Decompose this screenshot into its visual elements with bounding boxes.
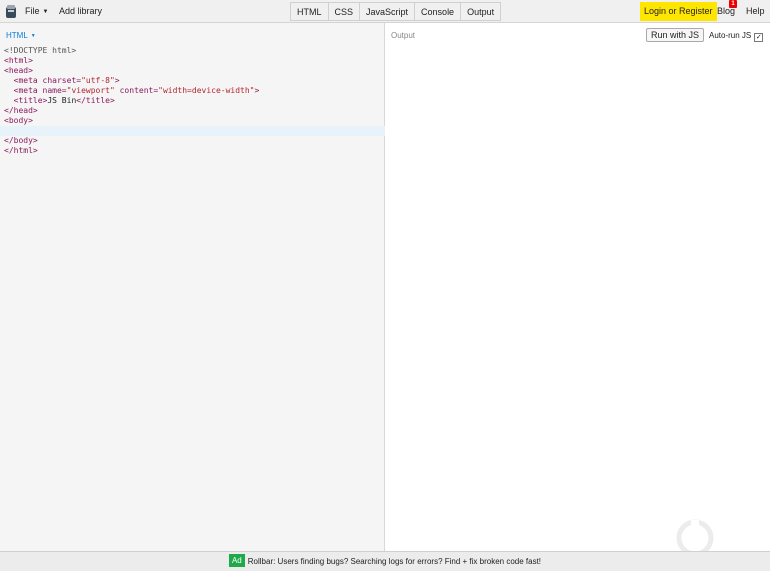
top-toolbar: File ▼ Add library HTML CSS JavaScript Co… <box>0 0 770 23</box>
code-line[interactable]: <head> <box>4 66 382 76</box>
code-line[interactable]: <title>JS Bin</title> <box>4 96 382 106</box>
code-line[interactable] <box>0 126 385 136</box>
editor-panel-label-text: HTML <box>6 31 28 40</box>
ad-badge: Ad <box>228 554 245 567</box>
tab-css[interactable]: CSS <box>327 2 361 21</box>
login-register-button[interactable]: Login or Register <box>640 2 717 21</box>
autorun-label: Auto-run JS <box>709 31 752 40</box>
file-menu[interactable]: File ▼ <box>25 6 48 16</box>
run-with-js-button[interactable]: Run with JS <box>646 28 705 42</box>
code-line[interactable]: </head> <box>4 106 382 116</box>
panel-tabs: HTML CSS JavaScript Console Output <box>290 2 502 21</box>
ad-link[interactable]: Rollbar: Users finding bugs? Searching l… <box>248 557 541 566</box>
help-link[interactable]: Help <box>746 6 765 16</box>
code-editor[interactable]: <!DOCTYPE html> <html> <head> <meta charse… <box>0 46 385 156</box>
ad-bar: Ad Rollbar: Users finding bugs? Searching… <box>0 551 770 571</box>
autorun-toggle[interactable]: Auto-run JS ✓ <box>709 31 764 42</box>
code-line[interactable]: <meta charset="utf-8"> <box>4 76 382 86</box>
editor-panel-label[interactable]: HTML ▼ <box>6 31 36 40</box>
tab-javascript[interactable]: JavaScript <box>359 2 416 21</box>
autorun-checkbox[interactable]: ✓ <box>754 33 764 42</box>
jsbin-logo-icon[interactable] <box>5 4 17 19</box>
output-panel-label: Output <box>391 31 416 40</box>
code-line[interactable]: <html> <box>4 56 382 66</box>
code-line[interactable]: <body> <box>4 116 382 126</box>
file-menu-label: File <box>25 6 40 16</box>
code-line[interactable]: <meta name="viewport" content="width=dev… <box>4 86 382 96</box>
tab-output[interactable]: Output <box>460 2 502 21</box>
tab-html[interactable]: HTML <box>290 2 329 21</box>
chevron-down-icon: ▼ <box>30 33 36 39</box>
code-line[interactable]: <!DOCTYPE html> <box>4 46 382 56</box>
tab-console[interactable]: Console <box>414 2 462 21</box>
add-library-menu[interactable]: Add library <box>59 6 102 16</box>
html-editor-panel[interactable]: HTML ▼ <!DOCTYPE html> <html> <head> <meta … <box>0 23 385 551</box>
blog-notification-badge: 1 <box>729 0 737 8</box>
code-line[interactable]: </html> <box>4 146 382 156</box>
output-panel[interactable]: Output Run with JS Auto-run JS ✓ <box>385 23 770 557</box>
blog-link[interactable]: Blog 1 <box>717 0 737 16</box>
code-line[interactable]: </body> <box>4 136 382 146</box>
chevron-down-icon: ▼ <box>42 9 49 15</box>
